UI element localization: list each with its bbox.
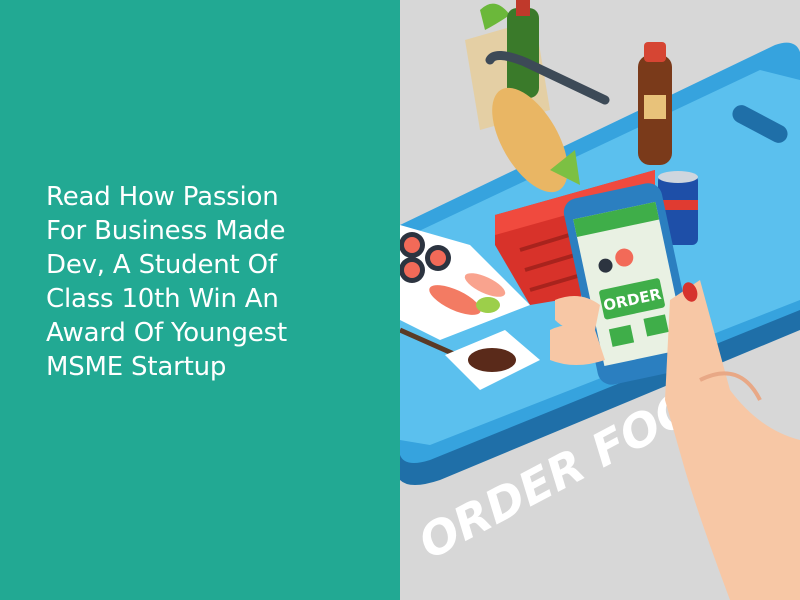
headline-line-5: Award Of Youngest xyxy=(46,318,287,348)
headline-line-6: MSME Startup xyxy=(46,352,227,382)
headline-line-4: Class 10th Win An xyxy=(46,284,279,314)
headline-line-1: Read How Passion xyxy=(46,182,279,212)
headline-line-3: Dev, A Student Of xyxy=(46,250,277,280)
headline-line-2: For Business Made xyxy=(46,216,286,246)
article-headline: Read How Passion For Business Made Dev, … xyxy=(46,180,376,384)
teal-text-panel: Read How Passion For Business Made Dev, … xyxy=(0,0,400,600)
food-order-illustration: ORDER FOOD ORDER xyxy=(400,0,800,600)
illustration-canvas: ORDER FOOD ORDER xyxy=(400,0,800,600)
